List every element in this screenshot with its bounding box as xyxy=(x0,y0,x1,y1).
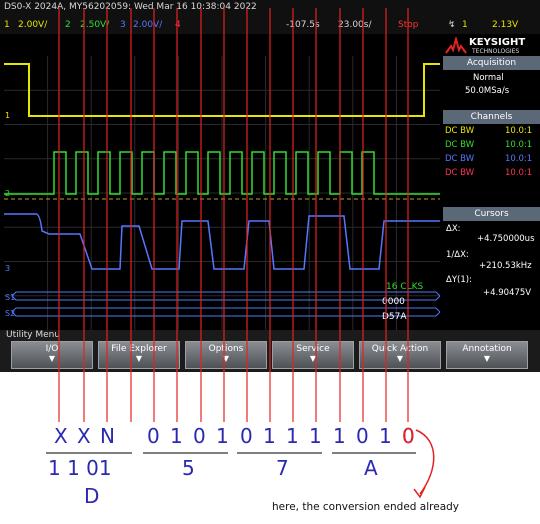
group-hex-second: 5 xyxy=(182,456,195,480)
bit-label: 1 xyxy=(286,424,299,448)
bit-label: N xyxy=(100,424,115,448)
bit-label: 1 xyxy=(333,424,346,448)
bit-label: 1 xyxy=(216,424,229,448)
group-letter-first: D xyxy=(84,484,100,508)
bit-label: 1 xyxy=(263,424,276,448)
group-hex-fourth: A xyxy=(364,456,378,480)
bit-label: 1 xyxy=(309,424,322,448)
last-bit-label: 0 xyxy=(402,424,415,448)
bit-label: 0 xyxy=(356,424,369,448)
bit-label: 0 xyxy=(240,424,253,448)
group-hex-third: 7 xyxy=(276,456,289,480)
group-bits-first: 1 1 01 xyxy=(48,456,112,480)
bit-label: X xyxy=(77,424,91,448)
bit-label: 1 xyxy=(379,424,392,448)
bit-label: 0 xyxy=(193,424,206,448)
bit-label: X xyxy=(54,424,68,448)
bit-label: 0 xyxy=(147,424,160,448)
conversion-arrow xyxy=(415,429,435,495)
bit-label: 1 xyxy=(170,424,183,448)
conversion-note: here, the conversion ended already xyxy=(272,501,460,513)
